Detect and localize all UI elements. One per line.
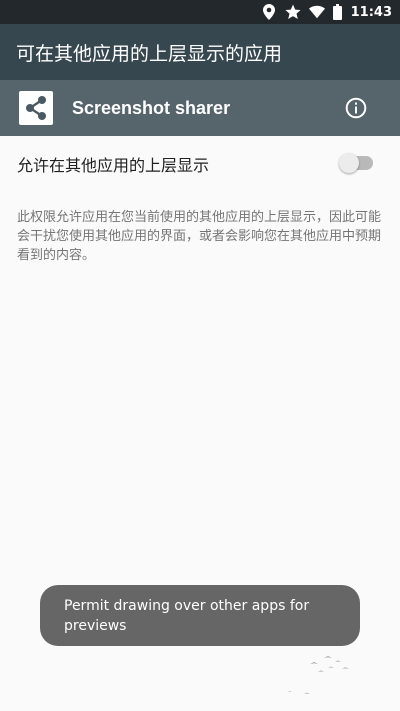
share-icon (23, 95, 49, 121)
permission-toggle[interactable] (339, 152, 375, 174)
location-icon (261, 4, 277, 20)
app-bar: 可在其他应用的上层显示的应用 (0, 24, 400, 80)
star-icon (285, 4, 301, 20)
page-title: 可在其他应用的上层显示的应用 (16, 42, 283, 65)
permission-description: 此权限允许应用在您当前使用的其他应用的上层显示，因此可能会干扰您使用其他应用的界… (17, 210, 382, 263)
status-time: 11:43 (350, 4, 392, 20)
app-header: Screenshot sharer (0, 80, 400, 136)
wifi-icon (308, 4, 325, 20)
decorative-birds (288, 656, 349, 694)
app-icon (19, 91, 53, 125)
permission-setting-label: 允许在其他应用的上层显示 (17, 156, 210, 175)
battery-icon (333, 4, 343, 20)
app-info-button[interactable] (342, 94, 370, 122)
status-bar: 11:43 (0, 0, 400, 24)
app-name: Screenshot sharer (72, 97, 231, 118)
info-icon (345, 97, 367, 119)
toggle-thumb (339, 153, 359, 173)
toast-message: Permit drawing over other apps for previ… (40, 585, 360, 646)
